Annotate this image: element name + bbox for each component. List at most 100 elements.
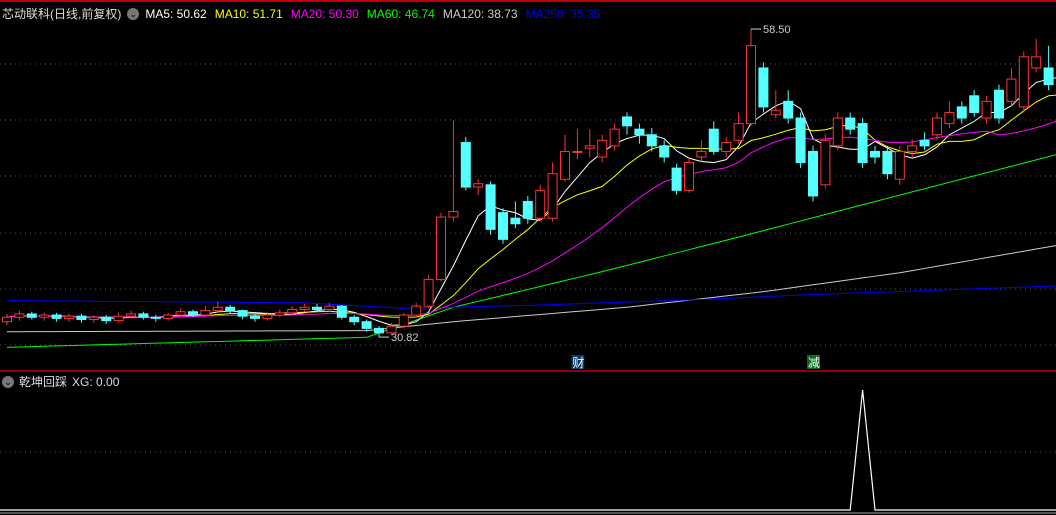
- candle-up: [832, 117, 843, 147]
- ma250-line: [6, 285, 1056, 309]
- candle-up: [584, 145, 595, 149]
- candle-up: [411, 305, 422, 316]
- candle-down: [622, 116, 632, 127]
- candle-up: [696, 150, 707, 158]
- ma-legend-item: MA5: 50.62: [145, 6, 207, 21]
- candle-down: [634, 128, 645, 136]
- ma-legend-item: MA250: 35.35: [525, 6, 601, 21]
- event-marker: 减: [808, 356, 820, 370]
- candle-up: [39, 314, 50, 318]
- candle-up: [770, 109, 781, 116]
- candle-down: [374, 327, 384, 334]
- candle-up: [547, 173, 558, 219]
- candle-up: [684, 162, 694, 191]
- candle-up: [274, 312, 285, 316]
- candle-up: [262, 314, 273, 319]
- ma-legend-item: MA10: 51.71: [214, 6, 283, 21]
- candle-up: [560, 150, 570, 180]
- high-label: 58.50: [763, 24, 791, 36]
- candle-down: [498, 212, 508, 240]
- candle-down: [994, 89, 1004, 119]
- ma-legend-item: MA120: 38.73: [442, 6, 518, 21]
- candle-up: [1031, 56, 1042, 69]
- candle-down: [349, 316, 360, 323]
- candle-down: [783, 100, 794, 119]
- candle-up: [907, 145, 918, 152]
- candle-down: [671, 167, 682, 191]
- candle-up: [448, 211, 459, 218]
- candle-down: [26, 313, 37, 318]
- ma-legend-list: MA5: 50.62 MA10: 51.71 MA20: 50.30 MA60: 46…: [145, 7, 600, 21]
- candle-down: [882, 150, 893, 175]
- candle-up: [609, 128, 620, 147]
- ma-legend-item: MA60: 46.74: [366, 6, 435, 21]
- candle-down: [361, 321, 372, 329]
- indicator-legend: ⌄ 乾坤回踩 XG: 0.00: [2, 373, 119, 390]
- candle-down: [845, 117, 856, 130]
- candle-down: [250, 315, 260, 319]
- candle-down: [870, 150, 880, 158]
- candle-up: [163, 314, 174, 319]
- candle-down: [919, 139, 930, 147]
- chevron-down-icon[interactable]: ⌄: [127, 7, 140, 20]
- candle-up: [894, 150, 905, 180]
- chart-title: 芯动联科(日线,前复权): [2, 7, 122, 21]
- candle-down: [857, 123, 868, 164]
- candle-down: [510, 217, 521, 225]
- candle-up: [944, 111, 955, 125]
- candle-up: [88, 316, 99, 320]
- candle-up: [981, 100, 992, 119]
- low-label: 30.82: [391, 332, 419, 344]
- candle-up: [175, 311, 186, 316]
- ma-legend-item: MA20: 50.30: [290, 6, 359, 21]
- candle-up: [200, 310, 211, 316]
- candle-up: [721, 142, 732, 152]
- candle-up: [324, 305, 335, 310]
- candle-down: [795, 117, 806, 164]
- candle-up: [423, 278, 434, 307]
- candle-up: [820, 139, 831, 186]
- candle-down: [708, 128, 719, 152]
- candle-up: [113, 315, 124, 322]
- candle-down: [150, 316, 161, 319]
- candle-up: [473, 183, 484, 188]
- candle-down: [101, 316, 112, 322]
- indicator-name: 乾坤回踩: [19, 375, 68, 389]
- candle-down: [336, 305, 347, 318]
- xg-line: [0, 389, 1056, 511]
- candle-down: [237, 310, 248, 317]
- candle-up: [733, 123, 744, 141]
- candle-down: [659, 145, 670, 158]
- candle-down: [76, 315, 87, 320]
- candle-down: [522, 201, 533, 219]
- candle-down: [969, 95, 980, 113]
- candle-down: [225, 306, 236, 312]
- candle-up: [212, 306, 223, 312]
- candle-up: [64, 315, 74, 319]
- candle-down: [485, 184, 496, 230]
- candle-down: [188, 311, 198, 316]
- chevron-down-icon[interactable]: ⌄: [2, 375, 14, 388]
- candle-up: [746, 45, 756, 125]
- candle-up: [287, 308, 298, 314]
- candle-up: [2, 316, 12, 323]
- event-marker: 财: [572, 356, 584, 370]
- candle-up: [535, 189, 546, 219]
- candle-up: [1006, 78, 1017, 102]
- main-legend: 芯动联科(日线,前复权) ⌄ MA5: 50.62 MA10: 51.71 MA20…: [2, 5, 600, 22]
- candle-up: [14, 313, 25, 318]
- candle-up: [299, 306, 310, 310]
- candle-down: [808, 150, 818, 197]
- candle-down: [460, 142, 471, 188]
- candle-up: [1018, 56, 1029, 108]
- candle-up: [932, 117, 942, 136]
- candle-down: [956, 106, 967, 119]
- chart-canvas: 58.50 30.82 财 减: [0, 24, 1056, 514]
- candle-down: [758, 67, 769, 108]
- candle-down: [51, 314, 62, 319]
- candle-up: [398, 314, 409, 327]
- candle-up: [572, 150, 583, 153]
- candle-up: [436, 216, 446, 280]
- stock-chart: 58.50 30.82 财减 芯动联科(日线,前复权) ⌄ MA5: 50.62 MA…: [0, 0, 1056, 514]
- candle-down: [646, 134, 657, 147]
